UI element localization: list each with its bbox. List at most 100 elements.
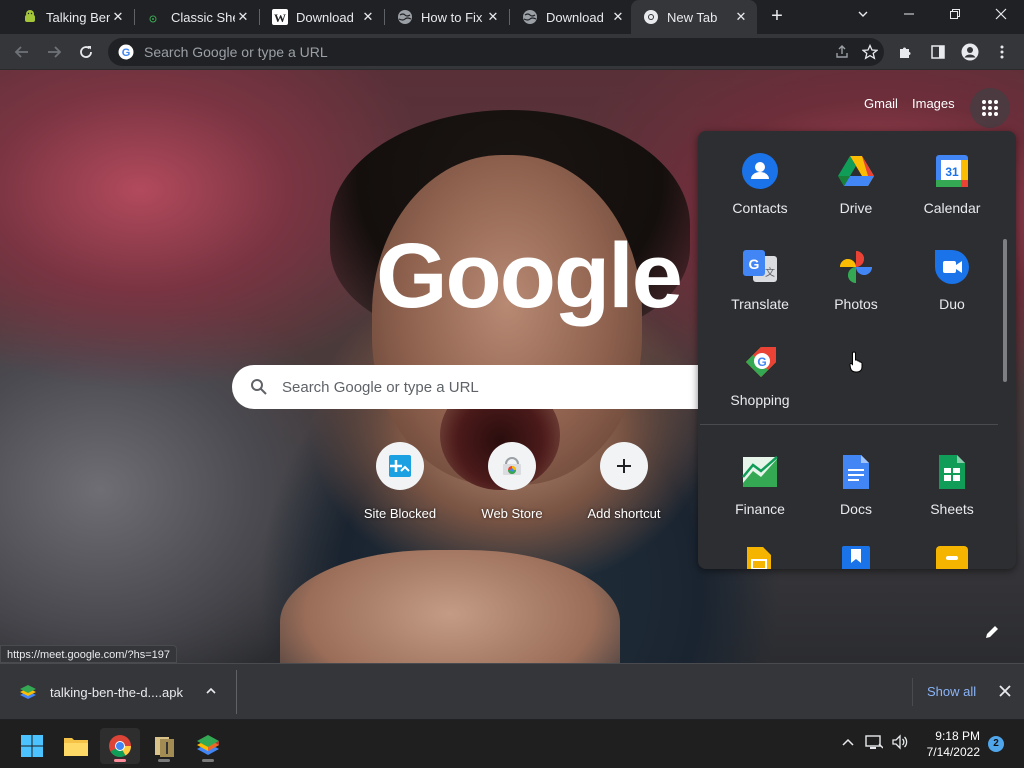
google-apps-panel: Contacts Drive 31 Calendar G文 Translate … [698, 131, 1016, 569]
more-vert-icon [1000, 45, 1004, 59]
tab-new-tab[interactable]: New Tab ✕ [631, 0, 757, 34]
app-calendar[interactable]: 31 Calendar [904, 151, 1000, 216]
shortcut-label: Web Store [481, 506, 543, 521]
volume-button[interactable] [890, 732, 910, 752]
app-shopping[interactable]: G Shopping [712, 343, 808, 408]
system-clock[interactable]: 9:18 PM 7/14/2022 [916, 728, 980, 760]
back-button[interactable] [8, 38, 36, 66]
apps-grid-icon [982, 100, 998, 116]
tab-how-to-fix[interactable]: How to Fix ✕ [385, 0, 509, 34]
globe-icon [397, 9, 413, 25]
gmail-link[interactable]: Gmail [864, 96, 898, 111]
images-link[interactable]: Images [912, 96, 955, 111]
windows-logo-icon [21, 735, 43, 757]
start-button[interactable] [12, 728, 52, 764]
svg-text:W: W [274, 11, 286, 25]
search-placeholder: Search Google or type a URL [282, 378, 479, 396]
google-apps-button[interactable] [970, 88, 1010, 128]
taskbar-archive-app[interactable] [144, 728, 184, 764]
show-all-button[interactable]: Show all [912, 678, 990, 706]
blogger-icon[interactable] [936, 546, 968, 569]
tab-search-button[interactable] [840, 0, 886, 34]
minimize-icon [904, 13, 914, 15]
shortcut-site-blocked[interactable]: Site Blocked [344, 442, 456, 521]
taskbar-file-explorer[interactable] [56, 728, 96, 764]
network-button[interactable] [864, 732, 884, 752]
app-label: Shopping [730, 392, 790, 408]
app-label: Photos [834, 296, 878, 312]
close-download-bar-button[interactable] [994, 681, 1016, 703]
shortcut-web-store[interactable]: Web Store [456, 442, 568, 521]
app-duo[interactable]: Duo [904, 247, 1000, 312]
taskbar-bluestacks[interactable] [188, 728, 228, 764]
app-sheets[interactable]: Sheets [904, 452, 1000, 517]
show-hidden-icons-button[interactable] [838, 732, 858, 752]
tab-talking-ben[interactable]: Talking Ben ✕ [10, 0, 134, 34]
running-indicator [202, 759, 214, 762]
close-tab-icon[interactable]: ✕ [235, 9, 251, 25]
close-icon [995, 8, 1007, 20]
chevron-down-icon [858, 11, 868, 17]
reload-button[interactable] [72, 38, 100, 66]
close-tab-icon[interactable]: ✕ [110, 9, 126, 25]
close-tab-icon[interactable]: ✕ [485, 9, 501, 25]
slides-icon[interactable] [746, 546, 772, 569]
archive-icon [155, 737, 174, 757]
share-icon[interactable] [828, 38, 856, 66]
app-drive[interactable]: Drive [808, 151, 904, 216]
apps-scrollbar[interactable] [1003, 239, 1007, 382]
chevron-up-icon[interactable] [205, 685, 217, 699]
side-panel-icon [931, 45, 945, 59]
app-label: Calendar [923, 200, 981, 216]
bookmark-star-icon[interactable] [856, 38, 884, 66]
minimize-button[interactable] [886, 0, 932, 34]
globe-icon [522, 9, 538, 25]
chrome-icon [109, 735, 131, 757]
restore-button[interactable] [932, 0, 978, 34]
plus-icon [600, 442, 648, 490]
tab-classic-shell[interactable]: Classic Shel ✕ [135, 0, 259, 34]
keep-icon[interactable] [842, 546, 870, 569]
tab-download[interactable]: Download ✕ [510, 0, 634, 34]
close-tab-icon[interactable]: ✕ [360, 9, 376, 25]
close-tab-icon[interactable]: ✕ [733, 9, 749, 25]
pencil-icon [986, 626, 998, 638]
tab-title: Download [296, 9, 354, 25]
close-tab-icon[interactable]: ✕ [610, 9, 626, 25]
speaker-icon [892, 734, 908, 750]
back-arrow-icon [14, 46, 28, 58]
chrome-menu-button[interactable] [988, 38, 1016, 66]
profile-button[interactable] [956, 38, 984, 66]
extensions-button[interactable] [892, 38, 920, 66]
app-contacts[interactable]: Contacts [712, 151, 808, 216]
tab-download-wikihow[interactable]: W Download ✕ [260, 0, 384, 34]
download-bar: talking-ben-the-d....apk Show all [0, 663, 1024, 719]
app-photos[interactable]: Photos [808, 247, 904, 312]
new-tab-button[interactable]: + [765, 5, 789, 29]
side-panel-button[interactable] [924, 38, 952, 66]
close-window-button[interactable] [978, 0, 1024, 34]
app-translate[interactable]: G文 Translate [712, 247, 808, 312]
chrome-icon [643, 9, 659, 25]
close-icon [999, 685, 1011, 697]
notification-badge[interactable]: 2 [988, 736, 1004, 752]
app-label: Docs [840, 501, 872, 517]
customize-button[interactable] [978, 618, 1006, 646]
site-blocked-icon [376, 442, 424, 490]
forward-button[interactable] [40, 38, 68, 66]
folder-icon [64, 738, 88, 756]
download-filename: talking-ben-the-d....apk [50, 684, 183, 700]
android-icon [22, 9, 38, 25]
app-finance[interactable]: Finance [712, 452, 808, 517]
svg-text:文: 文 [765, 266, 775, 279]
taskbar-chrome[interactable] [100, 728, 140, 764]
bluestacks-icon [197, 735, 219, 755]
download-item[interactable]: talking-ben-the-d....apk [0, 664, 217, 720]
address-bar[interactable]: G Search Google or type a URL [108, 38, 884, 66]
shortcut-add[interactable]: Add shortcut [568, 442, 680, 521]
clock-time: 9:18 PM [935, 729, 980, 743]
status-bubble-url: https://meet.google.com/?hs=197 [0, 645, 177, 663]
app-docs[interactable]: Docs [808, 452, 904, 517]
apps-divider [700, 424, 998, 425]
drive-icon [836, 151, 876, 191]
